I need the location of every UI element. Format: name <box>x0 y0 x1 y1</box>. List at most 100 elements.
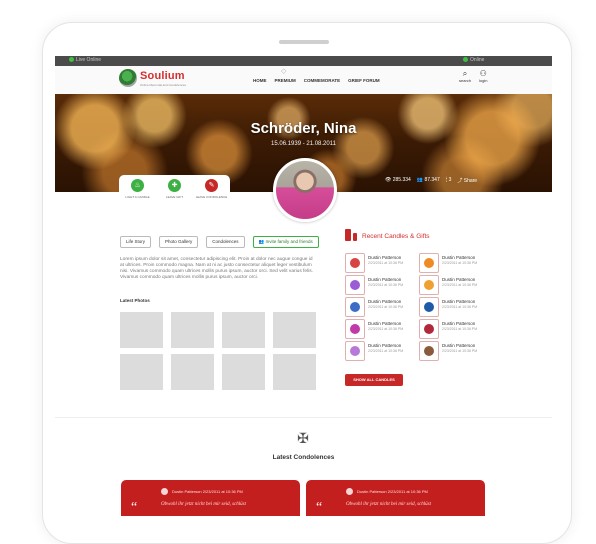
search-label: search <box>459 78 472 83</box>
search-icon: ⌕ <box>462 69 468 78</box>
quote-icon: “ <box>131 500 138 515</box>
candle-item[interactable]: Dustin Patterson 2/23/2011 at 10:36 PM <box>419 297 491 319</box>
candle-author: Dustin Patterson <box>442 321 476 326</box>
condolence-author: Dustin Patterson 2/23/2011 at 10:36 PM <box>172 489 243 494</box>
online-dot-icon <box>463 57 468 63</box>
candle-item[interactable]: Dustin Patterson 2/23/2011 at 10:36 PM <box>345 341 417 363</box>
condolence-card[interactable]: Dustin Patterson 2/23/2011 at 10:36 PM “… <box>121 480 300 516</box>
photo-thumb[interactable] <box>222 354 265 390</box>
condolence-cards: Dustin Patterson 2/23/2011 at 10:36 PM “… <box>121 480 485 516</box>
login-label: login <box>479 78 488 83</box>
show-all-candles-button[interactable]: SHOW ALL CANDLES <box>345 374 403 386</box>
candle-author: Dustin Patterson <box>368 277 402 282</box>
menu-commemorate[interactable]: COMMEMORATE <box>304 78 340 83</box>
condolence-author-name: Dustin Patterson <box>357 489 387 494</box>
candle-icon <box>350 280 360 290</box>
tablet-speaker <box>279 40 329 44</box>
photo-thumb[interactable] <box>120 354 163 390</box>
followers-count: 87.347 <box>424 177 440 183</box>
candle-author: Dustin Patterson <box>368 321 402 326</box>
condolence-text: Obwohl ihr jetzt nicht bei mir seid, sch… <box>161 502 246 507</box>
brand-name[interactable]: Soulium <box>140 70 185 82</box>
candle-item[interactable]: Dustin Patterson 2/23/2011 at 10:36 PM <box>345 253 417 275</box>
candle-date: 2/23/2011 at 10:36 PM <box>368 261 404 265</box>
menu-home[interactable]: HOME <box>253 78 267 83</box>
top-strip-left-text: Live Online <box>76 57 102 63</box>
candle-author: Dustin Patterson <box>442 343 476 348</box>
tab-condolences[interactable]: Condolences <box>206 236 245 248</box>
candle-item[interactable]: Dustin Patterson 2/23/2011 at 10:36 PM <box>345 275 417 297</box>
search-button[interactable]: ⌕ search <box>459 69 471 83</box>
avatar <box>161 488 168 495</box>
candle-item[interactable]: Dustin Patterson 2/23/2011 at 10:36 PM <box>345 297 417 319</box>
invite-label: Invite family and friends <box>265 239 313 244</box>
condolence-text: Obwohl ihr jetzt nicht bei mir seid, sch… <box>346 502 431 507</box>
photo-thumb[interactable] <box>171 312 214 348</box>
leave-gift-button[interactable]: ✚ LEAVE GIFT <box>157 179 193 213</box>
candle-icon <box>345 229 351 241</box>
main-menu: HOME PREMIUM COMMEMORATE GRIEF FORUM <box>253 78 380 83</box>
candle-date: 2/23/2011 at 10:36 PM <box>368 327 404 331</box>
tab-photo-gallery[interactable]: Photo Gallery <box>159 236 199 248</box>
share-button[interactable]: ⤴ Share <box>457 177 477 184</box>
quote-icon: “ <box>316 500 323 515</box>
candle-thumb <box>419 297 439 317</box>
invite-button[interactable]: 👥 Invite family and friends <box>252 236 319 248</box>
candle-thumb <box>345 341 365 361</box>
photo-thumb[interactable] <box>273 312 316 348</box>
condolence-card[interactable]: Dustin Patterson 2/23/2011 at 10:36 PM “… <box>306 480 485 516</box>
candle-item[interactable]: Dustin Patterson 2/23/2011 at 10:36 PM <box>345 319 417 341</box>
flower-gift-icon <box>424 346 434 356</box>
latest-photos-heading: Latest Photos <box>120 298 150 303</box>
menu-grief-forum[interactable]: GRIEF FORUM <box>348 78 380 83</box>
candles-stat: 🕯 3 <box>446 177 452 184</box>
photo-thumb[interactable] <box>171 354 214 390</box>
photo-thumb[interactable] <box>222 312 265 348</box>
memorial-stats: 👁 285.334 👥 87.347 🕯 3 ⤴ Share <box>385 177 477 184</box>
people-icon: 👥 <box>416 177 424 183</box>
tree-logo-icon[interactable] <box>119 69 137 87</box>
photo-thumb[interactable] <box>273 354 316 390</box>
condolence-date: 2/23/2011 at 10:36 PM <box>387 489 428 494</box>
candle-date: 2/23/2011 at 10:36 PM <box>368 349 404 353</box>
tab-life-story[interactable]: Life Story <box>120 236 152 248</box>
candle-author: Dustin Patterson <box>442 277 476 282</box>
avatar <box>346 488 353 495</box>
candle-item[interactable]: Dustin Patterson 2/23/2011 at 10:36 PM <box>419 319 491 341</box>
user-icon: ⚇ <box>479 69 487 78</box>
online-dot-icon <box>69 57 74 63</box>
gift-icon: ✚ <box>168 179 181 192</box>
candle-date: 2/23/2011 at 10:36 PM <box>442 327 478 331</box>
candle-item[interactable]: Dustin Patterson 2/23/2011 at 10:36 PM <box>419 341 491 363</box>
candle-item[interactable]: Dustin Patterson 2/23/2011 at 10:36 PM <box>419 253 491 275</box>
candle-icon <box>424 302 434 312</box>
people-icon: 👥 <box>258 239 265 244</box>
candle-author: Dustin Patterson <box>368 255 402 260</box>
light-candle-button[interactable]: ♨ LIGHT A CANDLE <box>120 179 156 213</box>
views-stat: 👁 285.334 <box>385 177 411 184</box>
diamond-icon: ◇ <box>281 68 287 75</box>
login-button[interactable]: ⚇ login <box>479 69 487 83</box>
candle-date: 2/23/2011 at 10:36 PM <box>442 349 478 353</box>
leave-condolence-label: LEAVE CONDOLENCE <box>195 195 228 199</box>
candle-icon <box>350 258 360 268</box>
photo-thumb[interactable] <box>120 312 163 348</box>
menu-premium[interactable]: PREMIUM <box>275 78 296 83</box>
candle-item[interactable]: Dustin Patterson 2/23/2011 at 10:36 PM <box>419 275 491 297</box>
top-strip-right-text: Online <box>470 57 485 63</box>
candle-icon: ♨ <box>131 179 144 192</box>
brand-tagline: Online Memorial and Condolences <box>140 83 187 87</box>
candles-list: Dustin Patterson 2/23/2011 at 10:36 PM Du… <box>345 253 491 363</box>
leave-condolence-button[interactable]: ✎ LEAVE CONDOLENCE <box>194 179 230 213</box>
navbar: Soulium Online Memorial and Condolences … <box>55 66 552 95</box>
candle-thumb <box>419 275 439 295</box>
followers-stat: 👥 87.347 <box>417 177 440 184</box>
leaf-gift-icon <box>424 258 434 268</box>
flower-gift-icon <box>424 324 434 334</box>
candle-author: Dustin Patterson <box>368 299 402 304</box>
candle-author: Dustin Patterson <box>442 255 476 260</box>
candle-icon <box>350 324 360 334</box>
candle-icon <box>350 302 360 312</box>
nav-icons: ⌕ search ⚇ login <box>459 69 487 83</box>
light-candle-label: LIGHT A CANDLE <box>125 195 150 199</box>
